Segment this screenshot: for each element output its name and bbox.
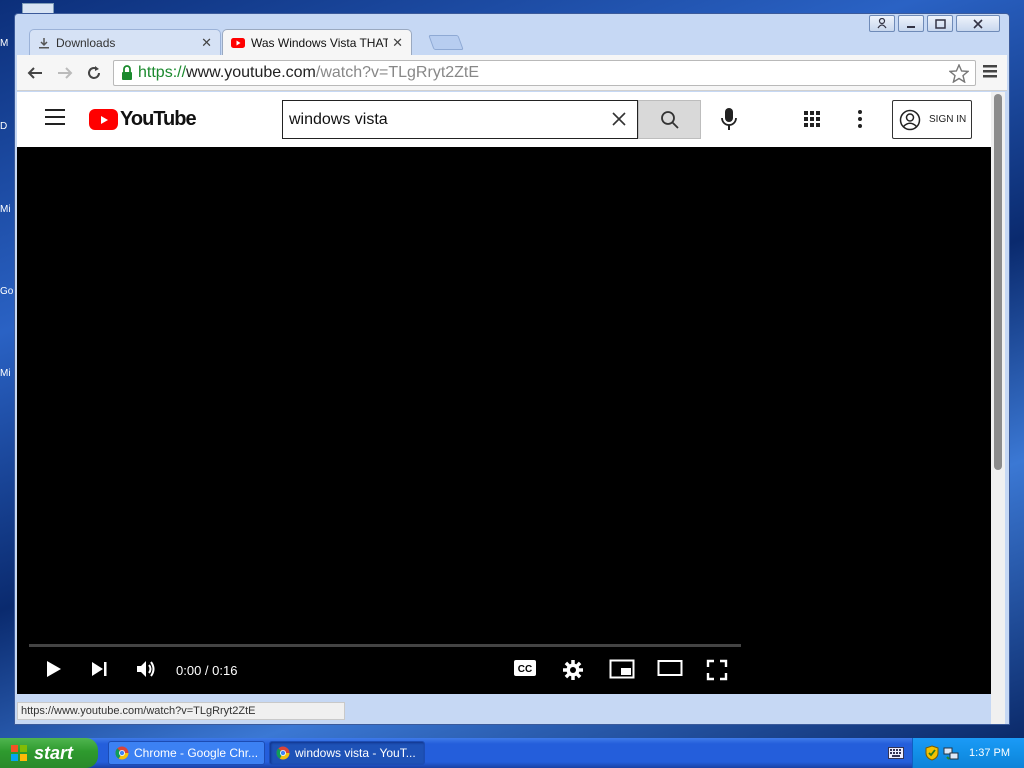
theater-mode-button[interactable] [657, 659, 683, 677]
closed-captions-icon: CC [514, 660, 536, 676]
desktop-icon-label[interactable]: Mi [0, 204, 14, 215]
status-url-bubble: https://www.youtube.com/watch?v=TLgRryt2… [17, 702, 345, 720]
desktop-icon-label[interactable]: M [0, 38, 14, 49]
taskbar-item-label: Chrome - Google Chr... [134, 746, 259, 760]
play-icon [47, 661, 61, 677]
taskbar: start Chrome - Google Chr... windows vis… [0, 738, 1024, 768]
sign-in-label: SIGN IN [929, 114, 967, 125]
browser-toolbar: https://www.youtube.com/watch?v=TLgRryt2… [17, 55, 1007, 91]
start-label: start [34, 742, 74, 763]
theater-mode-icon [657, 660, 683, 676]
reload-icon [88, 66, 100, 79]
reload-button[interactable] [84, 63, 104, 83]
voice-search-button[interactable] [719, 106, 739, 136]
miniplayer-icon [609, 659, 635, 679]
forward-button[interactable] [55, 63, 75, 83]
url-path: /watch?v=TLgRryt2ZtE [315, 64, 480, 81]
maximize-button[interactable] [927, 15, 953, 32]
clear-search-icon[interactable] [611, 111, 627, 127]
user-icon [877, 18, 887, 29]
account-icon [899, 109, 921, 130]
volume-icon [137, 661, 155, 677]
search-button[interactable] [638, 100, 701, 139]
apps-grid-icon [804, 111, 820, 127]
close-window-button[interactable] [956, 15, 1000, 32]
fullscreen-icon [706, 659, 728, 681]
youtube-logo[interactable]: YouTube [89, 108, 197, 131]
apps-button[interactable] [803, 110, 821, 132]
svg-text:CC: CC [518, 664, 532, 675]
desktop-icon-label[interactable]: Mi [0, 368, 14, 379]
start-button[interactable]: start [0, 738, 98, 768]
network-icon[interactable] [943, 745, 959, 761]
chrome-icon [276, 746, 290, 760]
next-button[interactable] [89, 659, 109, 679]
mute-button[interactable] [135, 659, 157, 679]
restore-icon [934, 18, 946, 29]
taskbar-item-chrome[interactable]: Chrome - Google Chr... [108, 741, 265, 765]
video-player[interactable]: 0:00 / 0:16 CC [17, 147, 991, 694]
subtitles-button[interactable]: CC [513, 659, 537, 677]
bookmark-star-icon[interactable] [949, 64, 969, 83]
scrollbar-thumb[interactable] [994, 94, 1002, 470]
close-tab-icon[interactable]: ✕ [392, 35, 403, 51]
back-button[interactable] [25, 63, 45, 83]
chrome-menu-button[interactable] [983, 63, 997, 82]
url-host: www.youtube.com [186, 64, 316, 81]
settings-menu-button[interactable] [857, 109, 863, 133]
address-bar[interactable]: https://www.youtube.com/watch?v=TLgRryt2… [113, 60, 976, 86]
clock[interactable]: 1:37 PM [969, 747, 1010, 759]
sign-in-button[interactable]: SIGN IN [892, 100, 972, 139]
search-input[interactable] [289, 110, 589, 129]
taskbar-item-label: windows vista - YouT... [295, 746, 416, 760]
youtube-header: YouTube windows vista SIGN IN [17, 92, 991, 147]
progress-bar[interactable] [29, 644, 741, 647]
more-vert-icon [858, 110, 862, 128]
minimize-icon [907, 25, 915, 28]
tab-strip: Downloads ✕ Was Windows Vista THAT ba ✕ [29, 29, 529, 55]
page-content: YouTube windows vista SIGN IN 0:00 / 0:1… [17, 92, 991, 694]
tab-downloads[interactable]: Downloads ✕ [29, 29, 221, 55]
guide-menu-icon[interactable] [45, 109, 65, 125]
youtube-wordmark: YouTube [120, 108, 197, 130]
gear-icon [563, 660, 583, 680]
taskbar-item-youtube[interactable]: windows vista - YouT... [269, 741, 425, 765]
chrome-icon [115, 746, 129, 760]
minimize-button[interactable] [898, 15, 924, 32]
close-tab-icon[interactable]: ✕ [201, 35, 212, 51]
tab-title: Downloads [56, 35, 116, 50]
youtube-play-logo-icon [89, 109, 118, 130]
time-display: 0:00 / 0:16 [176, 663, 238, 678]
page-scrollbar[interactable] [991, 92, 1005, 724]
window-controls [869, 15, 1000, 32]
fullscreen-button[interactable] [706, 659, 728, 681]
lock-icon [122, 65, 132, 80]
settings-button[interactable] [562, 659, 584, 681]
chrome-window: Downloads ✕ Was Windows Vista THAT ba ✕ … [14, 13, 1010, 725]
desktop-icon-label[interactable]: D [0, 121, 14, 132]
search-icon [660, 110, 679, 129]
skip-next-icon [92, 662, 107, 676]
profile-button[interactable] [869, 15, 895, 32]
tab-youtube[interactable]: Was Windows Vista THAT ba ✕ [222, 29, 412, 55]
keyboard-icon[interactable] [888, 747, 904, 759]
microphone-icon [721, 108, 737, 130]
tab-title: Was Windows Vista THAT ba [251, 35, 389, 50]
system-tray: 1:37 PM [912, 738, 1024, 768]
play-button[interactable] [43, 659, 63, 679]
download-icon [39, 37, 49, 48]
windows-logo-icon [11, 745, 27, 761]
desktop-icon-label[interactable]: Go [0, 286, 14, 297]
youtube-favicon [231, 37, 245, 48]
hamburger-menu-icon [983, 65, 997, 78]
url-scheme: https:// [138, 64, 187, 81]
security-shield-icon[interactable] [925, 745, 939, 761]
forward-arrow-icon [58, 67, 73, 79]
search-box[interactable] [282, 100, 638, 139]
miniplayer-button[interactable] [609, 659, 635, 679]
close-icon [973, 18, 983, 29]
new-tab-button[interactable] [428, 35, 464, 50]
back-arrow-icon [27, 67, 42, 79]
